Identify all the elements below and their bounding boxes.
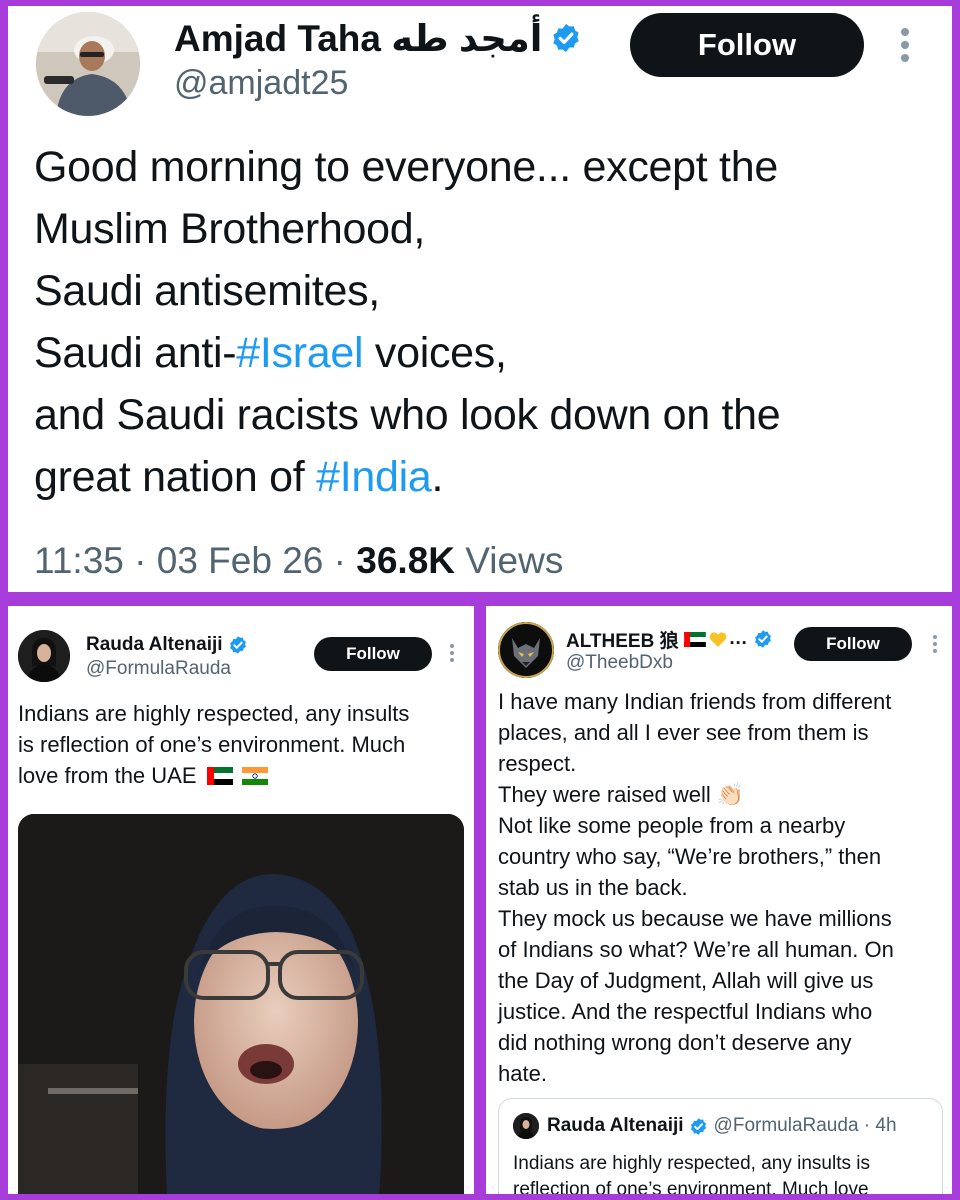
tweet-text-segment: Muslim Brotherhood, [34,205,426,253]
tweet-text-segment: Good morning to everyone... except the [34,143,778,191]
hashtag-link[interactable]: #Israel [236,329,363,377]
tweet-meta: 11:35 · 03 Feb 26 · 36.8K Views [34,540,563,582]
handle[interactable]: @TheebDxb [566,652,673,674]
tweet-text-segment: . [431,453,444,501]
india-flag-icon [241,767,268,785]
name-ellipsis: … [728,628,748,649]
tweet-text-line: Saudi antisemites, [34,260,944,322]
more-options-icon[interactable] [898,28,912,62]
tweet-text-line: Muslim Brotherhood, [34,198,944,260]
tweet-text-segment: and Saudi racists who look down on the [34,391,781,439]
display-name-text: Rauda Altenaiji [86,634,223,655]
avatar[interactable] [36,12,140,116]
hashtag-link[interactable]: #India [316,453,432,501]
follow-button[interactable]: Follow [794,627,912,661]
avatar[interactable] [498,622,554,678]
wolf-avatar-icon [498,622,554,678]
verified-badge-icon [690,1117,706,1135]
tweet-text-segment: Saudi anti- [34,329,237,377]
display-name[interactable]: ALTHEEB 狼 … [566,626,773,652]
tweet-text-segment: great nation of [34,453,317,501]
tweet-text: Good morning to everyone... except the Mu… [34,136,944,508]
verified-badge-icon [754,630,771,648]
quoted-tweet-text: Indians are highly respected, any insult… [513,1153,870,1194]
tweet-date[interactable]: 03 Feb 26 [157,540,324,581]
follow-button[interactable]: Follow [630,13,864,77]
left-tweet: Rauda Altenaiji @FormulaRauda Follow Ind… [8,606,474,1194]
tweet-text-segment: voices, [363,329,507,377]
tweet-text-segment: Saudi antisemites, [34,267,380,315]
right-tweet: ALTHEEB 狼 … @TheebDxb Follow I have many… [486,606,952,1194]
tweet-text-line: Good morning to everyone... except the [34,136,944,198]
uae-flag-icon [683,631,706,647]
quoted-tweet-header: Rauda Altenaiji @FormulaRauda · 4h [547,1113,897,1139]
verified-badge-icon [553,24,580,52]
tweet-text: I have many Indian friends from differen… [498,689,894,1086]
quoted-handle-time: @FormulaRauda · 4h [713,1115,897,1136]
avatar-photo [18,630,70,682]
tweet-text: Indians are highly respected, any insult… [18,698,468,791]
avatar[interactable] [18,630,70,682]
display-name-text: ALTHEEB 狼 [566,630,679,652]
handle[interactable]: @FormulaRauda [86,658,231,680]
avatar-photo [513,1113,539,1139]
handle[interactable]: @amjadt25 [174,64,348,103]
views-label: Views [465,540,564,581]
display-name[interactable]: Rauda Altenaiji [86,632,248,658]
uae-flag-icon [206,767,233,785]
video-frame [18,814,464,1194]
main-tweet: Amjad Taha أمجد طه @amjadt25 Follow Good… [8,6,952,592]
avatar-photo [36,12,140,116]
tweet-text-line: Saudi anti-#Israel voices, [34,322,944,384]
quoted-display-name: Rauda Altenaiji [547,1115,684,1136]
verified-badge-icon [229,636,246,654]
video-thumbnail[interactable] [18,814,464,1194]
views-count: 36.8K [356,540,456,581]
follow-button[interactable]: Follow [314,637,432,671]
display-name[interactable]: Amjad Taha أمجد طه [174,14,582,62]
tweet-time[interactable]: 11:35 [34,540,124,581]
meta-separator: · [333,540,346,581]
meta-separator: · [134,540,147,581]
quoted-tweet[interactable]: Rauda Altenaiji @FormulaRauda · 4h India… [498,1098,943,1194]
tweet-text-line: and Saudi racists who look down on the [34,384,944,446]
more-options-icon[interactable] [932,635,938,653]
tweet-text-line: great nation of #India. [34,446,944,508]
more-options-icon[interactable] [449,644,455,662]
display-name-text: Amjad Taha أمجد طه [174,17,543,59]
avatar [513,1113,539,1139]
yellow-heart-icon [709,631,726,647]
